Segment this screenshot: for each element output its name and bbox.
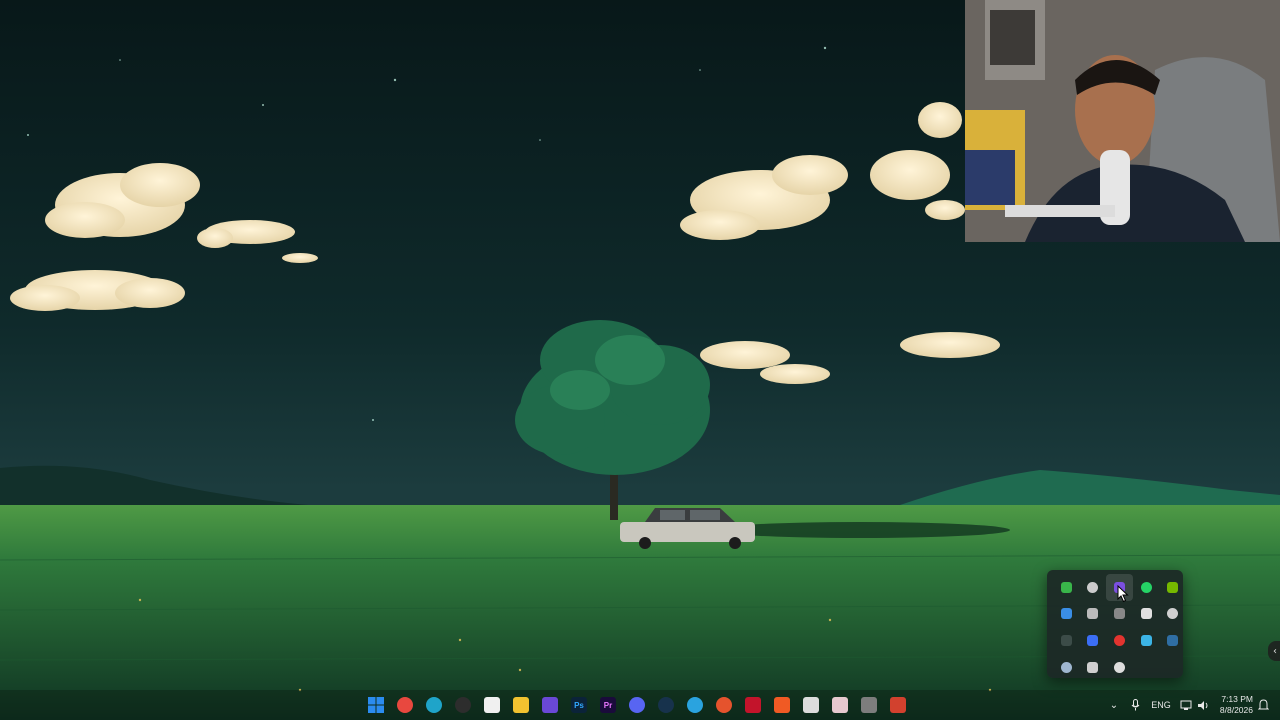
edge-app[interactable] — [422, 693, 446, 717]
windows-logo-icon — [368, 697, 384, 713]
tray-x-app[interactable] — [1080, 601, 1107, 628]
photoshop-app[interactable]: Ps — [567, 693, 591, 717]
app-icon — [1060, 634, 1072, 646]
microphone-icon[interactable] — [1128, 690, 1142, 720]
mouse-cursor-icon — [1117, 585, 1129, 603]
clock-date: 8/8/2026 — [1219, 705, 1253, 715]
tray-dots-app[interactable] — [1106, 601, 1133, 628]
app-icon — [1167, 634, 1179, 646]
nvidia-icon — [1167, 581, 1179, 593]
file-explorer-app[interactable] — [509, 693, 533, 717]
media-player-app[interactable] — [538, 693, 562, 717]
edge-icon — [426, 697, 442, 713]
tray-meta-app[interactable] — [1080, 627, 1107, 654]
meta-icon — [1087, 634, 1099, 646]
brave-beta-app[interactable] — [886, 693, 910, 717]
tray-chatgpt[interactable] — [1159, 601, 1186, 628]
taskbar-pinned-apps: Ps Pr — [364, 693, 910, 717]
volume-icon[interactable] — [1196, 690, 1210, 720]
steelseries-icon — [1113, 634, 1125, 646]
app-gray[interactable] — [857, 693, 881, 717]
app-icon — [861, 697, 877, 713]
tray-whatsapp[interactable] — [1133, 574, 1160, 601]
telegram-icon — [687, 697, 703, 713]
premiere-app[interactable]: Pr — [596, 693, 620, 717]
webcam-overlay — [965, 0, 1280, 242]
shield-icon — [1113, 661, 1125, 673]
brave-icon — [890, 697, 906, 713]
telegram-app[interactable] — [683, 693, 707, 717]
tray-steelseries[interactable] — [1106, 627, 1133, 654]
tray-green-app[interactable] — [1053, 574, 1080, 601]
tray-dim-app[interactable] — [1053, 627, 1080, 654]
folder-icon — [513, 697, 529, 713]
blue-app-icon — [1140, 634, 1152, 646]
app-pink[interactable] — [828, 693, 852, 717]
x-icon — [1087, 608, 1099, 620]
app-icon — [803, 697, 819, 713]
brave-app[interactable] — [770, 693, 794, 717]
discord-app[interactable] — [625, 693, 649, 717]
photoshop-icon: Ps — [571, 697, 587, 713]
app-icon — [832, 697, 848, 713]
collapse-chevron-icon[interactable]: ‹ — [1268, 641, 1280, 661]
openai-icon — [1167, 608, 1179, 620]
premiere-icon: Pr — [600, 697, 616, 713]
discord-icon — [629, 697, 645, 713]
tray-dark-app[interactable] — [1159, 627, 1186, 654]
chrome-app[interactable] — [393, 693, 417, 717]
pin-icon — [1087, 661, 1099, 673]
tray-grid-app[interactable] — [1053, 601, 1080, 628]
tray-icon-grid — [1053, 574, 1179, 681]
start-button[interactable] — [364, 693, 388, 717]
chrome-icon — [397, 697, 413, 713]
desktop: ‹ — [0, 0, 1280, 720]
tray-overflow-flyout — [1047, 570, 1183, 678]
language-indicator[interactable]: ENG — [1150, 690, 1172, 720]
obs-icon — [455, 697, 471, 713]
play-icon — [542, 697, 558, 713]
tray-obs[interactable] — [1080, 574, 1107, 601]
grid-icon — [1060, 608, 1072, 620]
steam-icon — [1060, 661, 1072, 673]
obs-icon — [1087, 581, 1099, 593]
steam-app[interactable] — [654, 693, 678, 717]
steam-icon — [658, 697, 674, 713]
dots-icon — [1113, 608, 1125, 620]
tray-pin-app[interactable] — [1080, 654, 1107, 681]
tray-blue-app[interactable] — [1133, 627, 1160, 654]
store-icon — [484, 697, 500, 713]
orange-app-icon — [716, 697, 732, 713]
clock[interactable]: 7:13 PM 8/8/2026 — [1213, 690, 1253, 720]
clock-time: 7:13 PM — [1221, 694, 1253, 704]
app-orange[interactable] — [712, 693, 736, 717]
show-hidden-icons-chevron-icon[interactable]: ⌄ — [1106, 690, 1122, 720]
tray-bold-app[interactable] — [1133, 601, 1160, 628]
tray-steam[interactable] — [1053, 654, 1080, 681]
acrobat-app[interactable] — [741, 693, 765, 717]
network-icon[interactable] — [1179, 690, 1193, 720]
notifications-icon[interactable] — [1256, 690, 1270, 720]
acrobat-icon — [745, 697, 761, 713]
taskbar: Ps Pr ⌄ ENG 7:13 PM 8/8/2026 — [0, 690, 1280, 720]
brave-icon — [774, 697, 790, 713]
tray-nvidia[interactable] — [1159, 574, 1186, 601]
store-app[interactable] — [480, 693, 504, 717]
bold-b-icon — [1140, 608, 1152, 620]
whatsapp-icon — [1140, 581, 1152, 593]
green-hex-icon — [1060, 581, 1072, 593]
obs-app[interactable] — [451, 693, 475, 717]
tray-shield-app[interactable] — [1106, 654, 1133, 681]
app-white[interactable] — [799, 693, 823, 717]
